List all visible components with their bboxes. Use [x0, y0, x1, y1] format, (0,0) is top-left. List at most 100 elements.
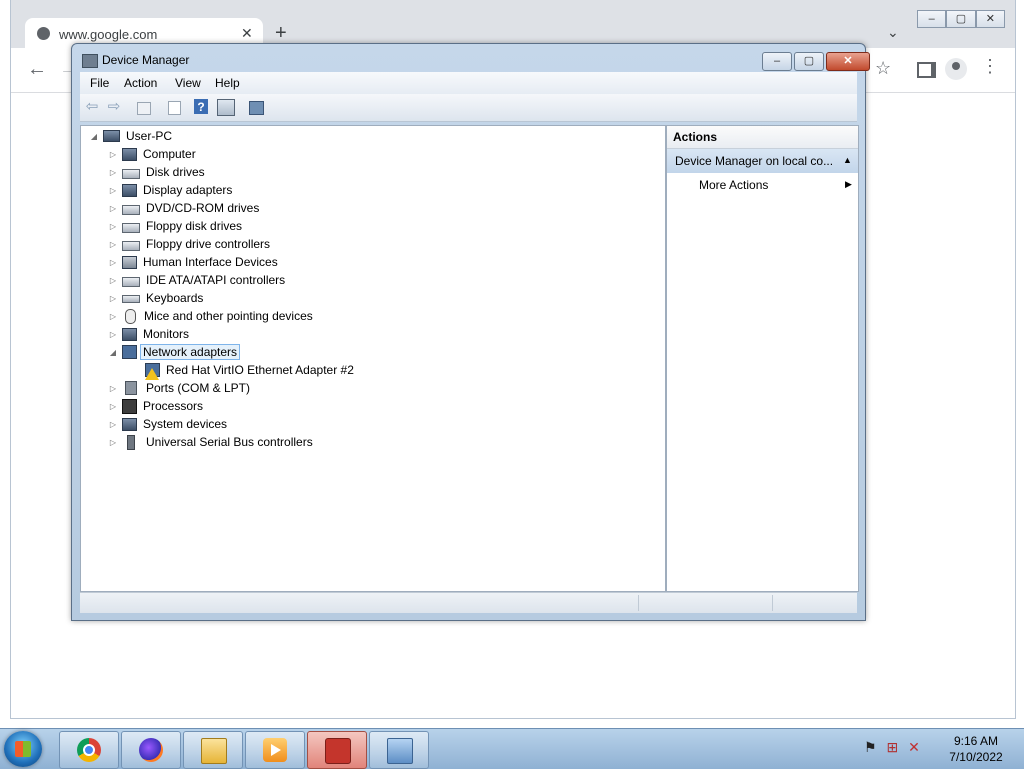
window-title: Device Manager	[102, 53, 190, 67]
collapse-icon[interactable]: ◢	[89, 132, 99, 141]
tray-icons: ⚑ ⊞ ✕	[864, 739, 920, 756]
taskbar-media-player[interactable]	[245, 731, 305, 769]
taskbar-chrome[interactable]	[59, 731, 119, 769]
expand-icon[interactable]: ▷	[108, 150, 118, 159]
expand-icon[interactable]: ▷	[108, 222, 118, 231]
tree-root-label: User-PC	[126, 129, 173, 143]
back-arrow-icon[interactable]: ⇦	[84, 99, 100, 115]
expand-icon[interactable]: ▷	[108, 258, 118, 267]
system-clock[interactable]: 9:16 AM 7/10/2022	[940, 733, 1012, 765]
volume-muted-icon[interactable]: ✕	[908, 739, 920, 755]
expand-icon[interactable]: ▷	[108, 294, 118, 303]
expand-icon[interactable]: ▷	[108, 168, 118, 177]
taskbar-firefox[interactable]	[121, 731, 181, 769]
floppy-drive-icon	[122, 223, 140, 233]
expand-icon[interactable]: ▷	[108, 204, 118, 213]
tree-item-label: Keyboards	[146, 291, 204, 305]
expand-icon[interactable]: ▷	[108, 438, 118, 447]
properties-icon[interactable]	[168, 101, 181, 115]
browser-close-button[interactable]: ✕	[975, 10, 1005, 28]
forward-arrow-icon[interactable]: ⇨	[106, 99, 122, 115]
expand-icon[interactable]: ▷	[108, 384, 118, 393]
display-adapter-icon	[122, 183, 137, 197]
side-panel-icon[interactable]	[917, 62, 936, 78]
floppy-controller-icon	[122, 241, 140, 251]
computer-root-icon	[103, 130, 120, 142]
tree-item-processors[interactable]: ▷ Processors	[108, 397, 203, 415]
tree-item-display-adapters[interactable]: ▷ Display adapters	[108, 181, 232, 199]
bookmark-star-icon[interactable]: ☆	[875, 58, 891, 79]
menu-action[interactable]: Action	[124, 76, 157, 90]
tree-item-floppy-disk-drives[interactable]: ▷ Floppy disk drives	[108, 217, 242, 235]
expand-icon[interactable]: ▷	[108, 402, 118, 411]
dvd-drive-icon	[122, 205, 140, 215]
tree-item-label-selected: Network adapters	[140, 344, 241, 360]
submenu-arrow-icon: ▶	[845, 179, 852, 189]
expand-icon[interactable]: ▷	[108, 276, 118, 285]
device-manager-icon	[82, 54, 98, 68]
maximize-button[interactable]: ▢	[794, 52, 824, 71]
tree-item-hid[interactable]: ▷ Human Interface Devices	[108, 253, 278, 271]
tree-item-network-adapters[interactable]: ◢ Network adapters	[108, 343, 241, 361]
tree-item-mice[interactable]: ▷ Mice and other pointing devices	[108, 307, 313, 325]
start-button[interactable]	[4, 731, 42, 767]
tree-item-system-devices[interactable]: ▷ System devices	[108, 415, 227, 433]
tree-root[interactable]: ◢ User-PC	[89, 127, 172, 145]
browser-menu-icon[interactable]: ⋮	[981, 56, 999, 77]
usb-icon	[127, 434, 135, 450]
menu-file[interactable]: File	[90, 76, 109, 90]
actions-section-label: Device Manager on local co...	[675, 154, 834, 168]
firefox-icon	[139, 738, 163, 762]
help-icon[interactable]: ?	[194, 99, 208, 114]
menu-help[interactable]: Help	[215, 76, 240, 90]
browser-minimize-button[interactable]: –	[917, 10, 947, 28]
menu-bar: File Action View Help	[80, 72, 857, 94]
new-tab-button[interactable]: +	[275, 22, 287, 45]
browser-window-controls: – ▢ ✕	[917, 10, 1005, 28]
network-adapter-icon	[122, 345, 137, 359]
tree-item-usb-controllers[interactable]: ▷ Universal Serial Bus controllers	[108, 433, 313, 451]
tab-close-icon[interactable]: ✕	[241, 25, 253, 42]
collapse-icon[interactable]: ◢	[108, 348, 118, 357]
scan-hardware-icon[interactable]	[249, 101, 264, 115]
mouse-icon	[125, 308, 136, 324]
expand-icon[interactable]: ▷	[108, 240, 118, 249]
taskbar-explorer[interactable]	[183, 731, 243, 769]
tree-item-keyboards[interactable]: ▷ Keyboards	[108, 289, 203, 307]
expand-icon[interactable]: ▷	[108, 330, 118, 339]
tree-item-label: System devices	[143, 417, 228, 431]
action-center-flag-icon[interactable]: ⚑	[864, 739, 877, 755]
expand-icon[interactable]: ▷	[108, 186, 118, 195]
tree-item-computer[interactable]: ▷ Computer	[108, 145, 196, 163]
profile-avatar-icon[interactable]	[945, 58, 967, 80]
tree-item-floppy-controllers[interactable]: ▷ Floppy drive controllers	[108, 235, 270, 253]
close-button[interactable]: ✕	[826, 52, 870, 71]
menu-view[interactable]: View	[175, 76, 201, 90]
browser-maximize-button[interactable]: ▢	[946, 10, 976, 28]
collapse-up-icon[interactable]: ▲	[843, 155, 852, 165]
show-hide-console-tree-icon[interactable]	[137, 102, 151, 115]
port-icon	[125, 381, 137, 395]
expand-icon[interactable]: ▷	[108, 420, 118, 429]
tree-item-disk-drives[interactable]: ▷ Disk drives	[108, 163, 205, 181]
system-device-icon	[122, 417, 137, 431]
network-status-icon[interactable]: ⊞	[886, 739, 898, 755]
tree-item-ide-controllers[interactable]: ▷ IDE ATA/ATAPI controllers	[108, 271, 285, 289]
tree-item-monitors[interactable]: ▷ Monitors	[108, 325, 189, 343]
status-divider	[638, 595, 639, 611]
tree-item-virtio-adapter[interactable]: Red Hat VirtIO Ethernet Adapter #2	[145, 361, 354, 379]
tree-item-dvd-drives[interactable]: ▷ DVD/CD-ROM drives	[108, 199, 259, 217]
tree-item-ports[interactable]: ▷ Ports (COM & LPT)	[108, 379, 250, 397]
tab-search-button[interactable]: ⌄	[887, 24, 899, 41]
taskbar-control-panel[interactable]	[369, 731, 429, 769]
minimize-button[interactable]: –	[762, 52, 792, 71]
show-action-pane-icon[interactable]	[217, 99, 235, 116]
actions-section[interactable]: Device Manager on local co... ▲	[667, 149, 858, 173]
more-actions-link[interactable]: More Actions	[699, 178, 768, 192]
expand-icon[interactable]: ▷	[108, 312, 118, 321]
media-player-icon	[263, 738, 287, 762]
tree-item-label: Computer	[143, 147, 196, 161]
browser-back-button[interactable]: ←	[27, 58, 47, 81]
tree-item-label: Mice and other pointing devices	[144, 309, 313, 323]
taskbar-device-manager[interactable]	[307, 731, 367, 769]
